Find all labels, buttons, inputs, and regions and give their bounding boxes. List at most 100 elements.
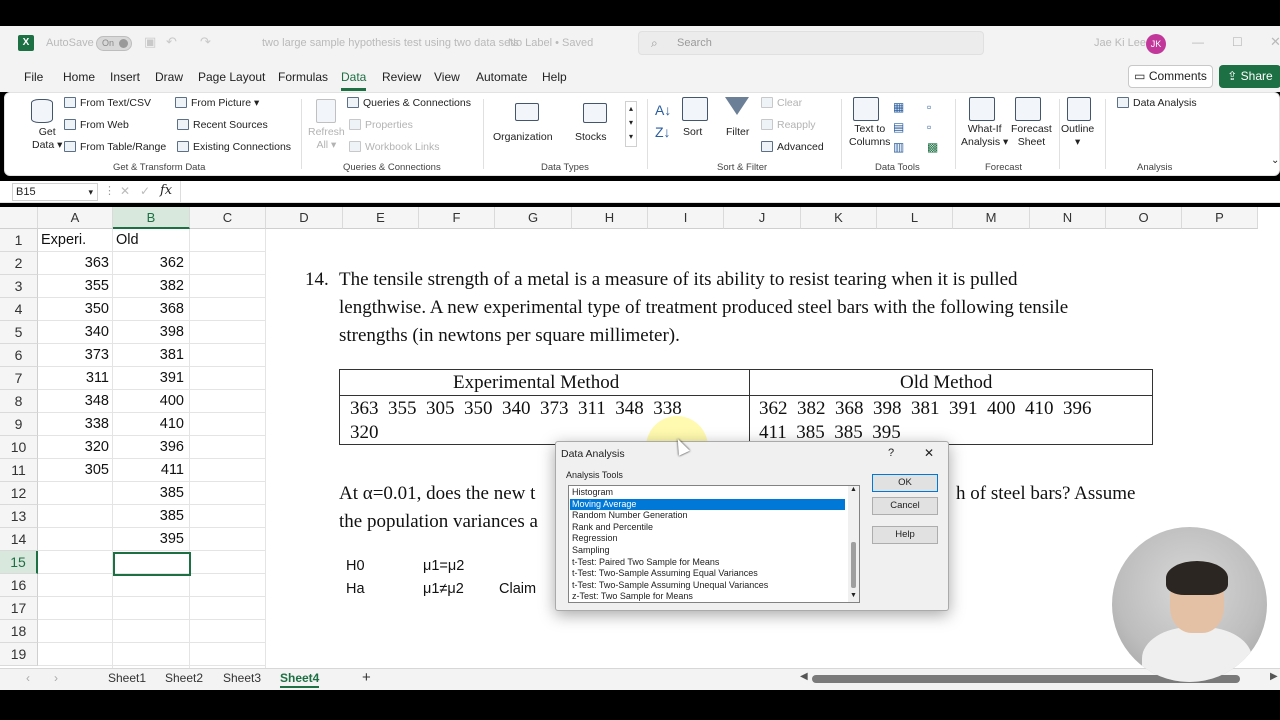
redo-icon[interactable]: ↷ xyxy=(200,34,211,50)
row-header-8[interactable]: 8 xyxy=(0,390,38,413)
cell-a10[interactable]: 320 xyxy=(38,436,113,459)
sheet-tab-sheet2[interactable]: Sheet2 xyxy=(165,671,203,685)
analysis-tool-item[interactable]: t-Test: Two-Sample Assuming Equal Varian… xyxy=(570,568,845,580)
cell-b5[interactable]: 398 xyxy=(113,321,188,344)
cell-b2[interactable]: 362 xyxy=(113,252,188,275)
next-sheet-icon[interactable]: › xyxy=(54,671,58,685)
cell-b3[interactable]: 382 xyxy=(113,275,188,298)
cell-a13[interactable] xyxy=(38,505,113,528)
tab-home[interactable]: Home xyxy=(63,70,95,84)
cell-b7[interactable]: 391 xyxy=(113,367,188,390)
analysis-tool-item[interactable]: Sampling xyxy=(570,545,845,557)
column-header-a[interactable]: A xyxy=(38,207,113,229)
column-header-f[interactable]: F xyxy=(419,207,495,229)
cell-b10[interactable]: 396 xyxy=(113,436,188,459)
from-text-csv-button[interactable]: From Text/CSV xyxy=(64,97,151,109)
ok-button[interactable]: OK xyxy=(872,474,938,492)
outline-button[interactable]: Outline ▾ xyxy=(1061,123,1094,149)
from-table-range-button[interactable]: From Table/Range xyxy=(64,141,166,153)
analysis-tools-list[interactable]: Histogram Moving Average Random Number Gen… xyxy=(568,485,860,603)
cell-b8[interactable]: 400 xyxy=(113,390,188,413)
reapply-button[interactable]: Reapply xyxy=(761,119,816,131)
cell-a5[interactable]: 340 xyxy=(38,321,113,344)
row-header-12[interactable]: 12 xyxy=(0,482,38,505)
cell-b14[interactable]: 395 xyxy=(113,528,188,551)
cell-a9[interactable]: 338 xyxy=(38,413,113,436)
tab-file[interactable]: File xyxy=(24,70,43,84)
sort-asc-desc-icon[interactable]: A↓ Z↓ xyxy=(655,99,671,143)
user-avatar[interactable]: JK xyxy=(1146,34,1166,54)
from-web-button[interactable]: From Web xyxy=(64,119,129,131)
cell-a14[interactable] xyxy=(38,528,113,551)
row-header-5[interactable]: 5 xyxy=(0,321,38,344)
insert-function-icon[interactable]: fx xyxy=(160,183,172,198)
search-box[interactable]: ⌕ Search xyxy=(638,31,984,55)
cell-b9[interactable]: 410 xyxy=(113,413,188,436)
cell-b12[interactable]: 385 xyxy=(113,482,188,505)
row-header-10[interactable]: 10 xyxy=(0,436,38,459)
column-header-h[interactable]: H xyxy=(572,207,648,229)
data-analysis-button[interactable]: Data Analysis xyxy=(1117,97,1197,109)
scroll-right-icon[interactable]: ▶ xyxy=(1270,671,1278,682)
analysis-tool-item[interactable]: t-Test: Paired Two Sample for Means xyxy=(570,557,845,569)
select-all-corner[interactable] xyxy=(0,207,38,229)
queries-connections-button[interactable]: Queries & Connections xyxy=(347,97,471,109)
cell-b13[interactable]: 385 xyxy=(113,505,188,528)
row-header-18[interactable]: 18 xyxy=(0,620,38,643)
tab-review[interactable]: Review xyxy=(382,70,421,84)
cell-a7[interactable]: 311 xyxy=(38,367,113,390)
cell-a8[interactable]: 348 xyxy=(38,390,113,413)
share-button[interactable]: ⇪ Share xyxy=(1219,65,1280,88)
cell-b4[interactable]: 368 xyxy=(113,298,188,321)
tab-data[interactable]: Data xyxy=(341,70,367,91)
ribbon-collapse-icon[interactable]: ⌄ xyxy=(1271,155,1279,166)
analysis-tool-item[interactable]: Rank and Percentile xyxy=(570,522,845,534)
forecast-sheet-button[interactable]: Forecast Sheet xyxy=(1011,123,1052,149)
row-header-2[interactable]: 2 xyxy=(0,252,38,275)
cancel-entry-icon[interactable]: ✕ xyxy=(120,184,130,198)
sheet-tab-sheet4[interactable]: Sheet4 xyxy=(280,671,320,688)
claim-label[interactable]: Claim xyxy=(499,578,536,601)
row-header-17[interactable]: 17 xyxy=(0,597,38,620)
column-header-n[interactable]: N xyxy=(1030,207,1106,229)
recent-sources-button[interactable]: Recent Sources xyxy=(177,119,268,131)
row-header-13[interactable]: 13 xyxy=(0,505,38,528)
tab-automate[interactable]: Automate xyxy=(476,70,527,84)
enter-entry-icon[interactable]: ✓ xyxy=(140,184,150,198)
column-header-o[interactable]: O xyxy=(1106,207,1182,229)
column-header-m[interactable]: M xyxy=(953,207,1030,229)
tab-draw[interactable]: Draw xyxy=(155,70,183,84)
minimize-icon[interactable]: — xyxy=(1192,35,1204,49)
h0-expression[interactable]: μ1=μ2 xyxy=(423,555,464,578)
column-header-l[interactable]: L xyxy=(877,207,953,229)
scroll-left-icon[interactable]: ◀ xyxy=(800,671,808,682)
tab-formulas[interactable]: Formulas xyxy=(278,70,328,84)
organization-button[interactable]: Organization xyxy=(491,101,563,149)
list-scrollbar[interactable]: ▲ ▼ xyxy=(848,486,859,602)
cancel-button[interactable]: Cancel xyxy=(872,497,938,515)
row-header-11[interactable]: 11 xyxy=(0,459,38,482)
tab-help[interactable]: Help xyxy=(542,70,567,84)
properties-button[interactable]: Properties xyxy=(349,119,413,131)
list-scroll-thumb[interactable] xyxy=(851,542,856,588)
dialog-help-icon[interactable]: ? xyxy=(888,447,894,459)
selected-cell-b15[interactable] xyxy=(113,552,191,576)
ha-label[interactable]: Ha xyxy=(346,578,365,601)
row-header-15[interactable]: 15 xyxy=(0,551,38,574)
add-sheet-button[interactable]: + xyxy=(362,669,371,686)
analysis-tool-item[interactable]: Random Number Generation xyxy=(570,510,845,522)
cell-b11[interactable]: 411 xyxy=(113,459,188,482)
filter-button[interactable]: Filter xyxy=(726,126,749,138)
ha-expression[interactable]: μ1≠μ2 xyxy=(423,578,464,601)
clear-button[interactable]: Clear xyxy=(761,97,802,109)
what-if-analysis-button[interactable]: What-If Analysis ▾ xyxy=(961,123,1008,149)
sort-button[interactable]: Sort xyxy=(683,126,702,138)
data-tools-small-icons-2[interactable]: ▫ ▫ ▩ xyxy=(927,97,938,157)
row-header-1[interactable]: 1 xyxy=(0,229,38,252)
refresh-all-button[interactable]: Refresh All ▾ xyxy=(308,126,345,152)
h0-label[interactable]: H0 xyxy=(346,555,365,578)
row-header-16[interactable]: 16 xyxy=(0,574,38,597)
cell-a2[interactable]: 363 xyxy=(38,252,113,275)
column-header-b[interactable]: B xyxy=(113,207,190,229)
row-header-7[interactable]: 7 xyxy=(0,367,38,390)
